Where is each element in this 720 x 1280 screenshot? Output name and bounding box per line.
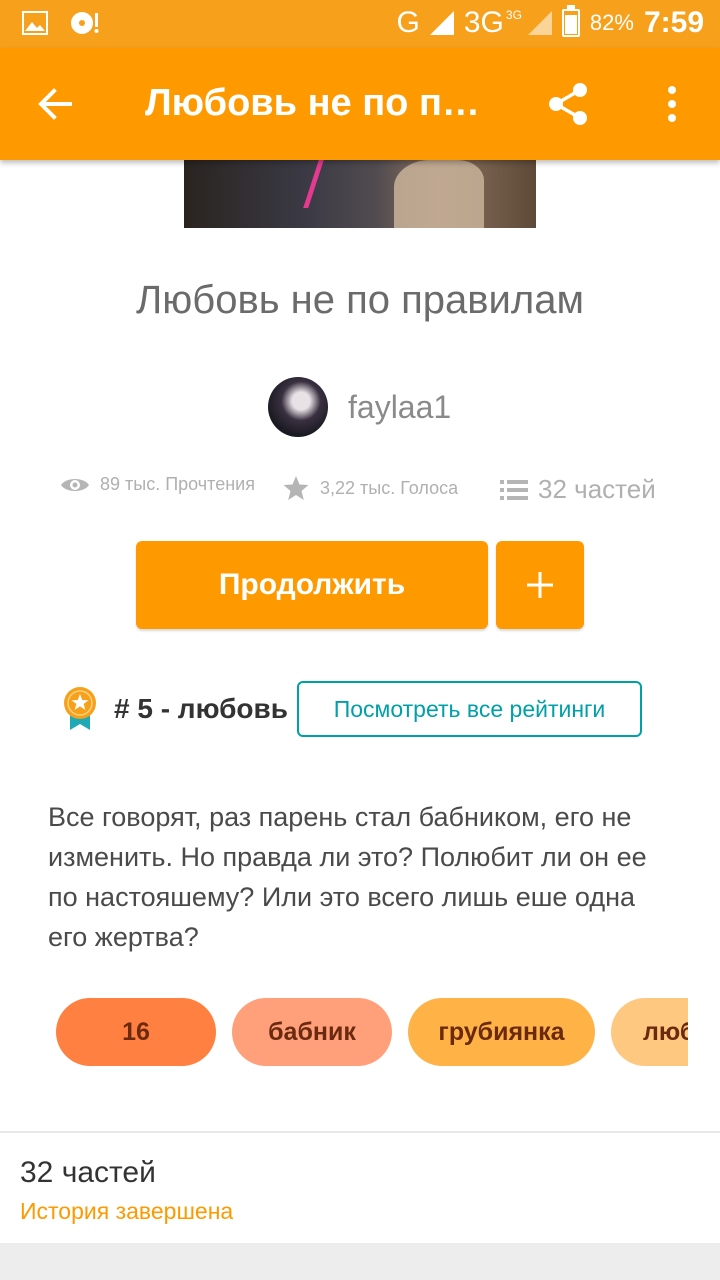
continue-reading-button[interactable]: Продолжить [136, 541, 488, 629]
signal-3g-icon [527, 11, 552, 35]
parts-stat[interactable]: 32 частей [500, 474, 656, 505]
story-title: Любовь не по правилам [136, 278, 584, 322]
gallery-icon [22, 11, 48, 35]
view-all-ratings-button[interactable]: Посмотреть все рейтинги [297, 681, 642, 737]
author-link[interactable]: faylaa1 [268, 377, 451, 437]
votes-count: 3,22 тыс. Голоса [320, 477, 459, 498]
rank-label: # 5 - любовь [114, 693, 288, 724]
author-name[interactable]: faylaa1 [348, 389, 451, 426]
votes-stat: 3,22 тыс. Голоса [282, 474, 458, 502]
story-stats: 89 тыс. Прочтения 3,22 тыс. Голоса 32 ча… [60, 474, 680, 514]
plus-icon [527, 572, 553, 598]
signal-icon [429, 11, 454, 35]
ranking-medal-icon [64, 687, 96, 730]
app-bar: Любовь не по правилам [0, 48, 720, 160]
more-vertical-icon[interactable] [650, 78, 694, 130]
battery-percent: 82% [589, 10, 634, 35]
page-title: Любовь не по правилам [145, 82, 495, 124]
bottom-strip [0, 1243, 720, 1280]
battery-icon [561, 5, 580, 37]
parts-count[interactable]: 32 частей [538, 474, 656, 505]
avatar[interactable] [268, 377, 328, 437]
tag-chip[interactable]: 16 [56, 998, 216, 1066]
tag-chip[interactable]: бабник [232, 998, 392, 1066]
media-icon [71, 12, 99, 34]
ranking: # 5 - любовь [60, 686, 288, 732]
tag-chip[interactable]: грубиянка [408, 998, 595, 1066]
star-icon [283, 476, 309, 500]
table-of-contents-parts[interactable]: 32 частей [20, 1156, 156, 1190]
share-icon[interactable] [542, 78, 594, 130]
network-g-label: G [396, 6, 420, 39]
reads-stat: 89 тыс. Прочтения [60, 474, 255, 495]
network-3g-label: 3G 3G [463, 6, 522, 39]
tag-list[interactable]: 16 бабник грубиянка любовь [56, 998, 688, 1068]
tag-chip[interactable]: любовь [611, 998, 688, 1066]
completion-status: История завершена [20, 1198, 234, 1224]
eye-icon [61, 478, 89, 491]
add-to-library-button[interactable] [496, 541, 584, 629]
divider [0, 1131, 720, 1133]
cover-image[interactable] [184, 160, 536, 228]
list-icon [500, 479, 528, 500]
arrow-left-icon[interactable] [30, 78, 82, 130]
status-bar: G 3G 3G 82% 7:59 [0, 0, 720, 48]
clock: 7:59 [643, 6, 704, 39]
story-description: Все говорят, раз парень стал бабником, е… [48, 802, 647, 952]
reads-count: 89 тыс. Прочтения [100, 474, 255, 494]
